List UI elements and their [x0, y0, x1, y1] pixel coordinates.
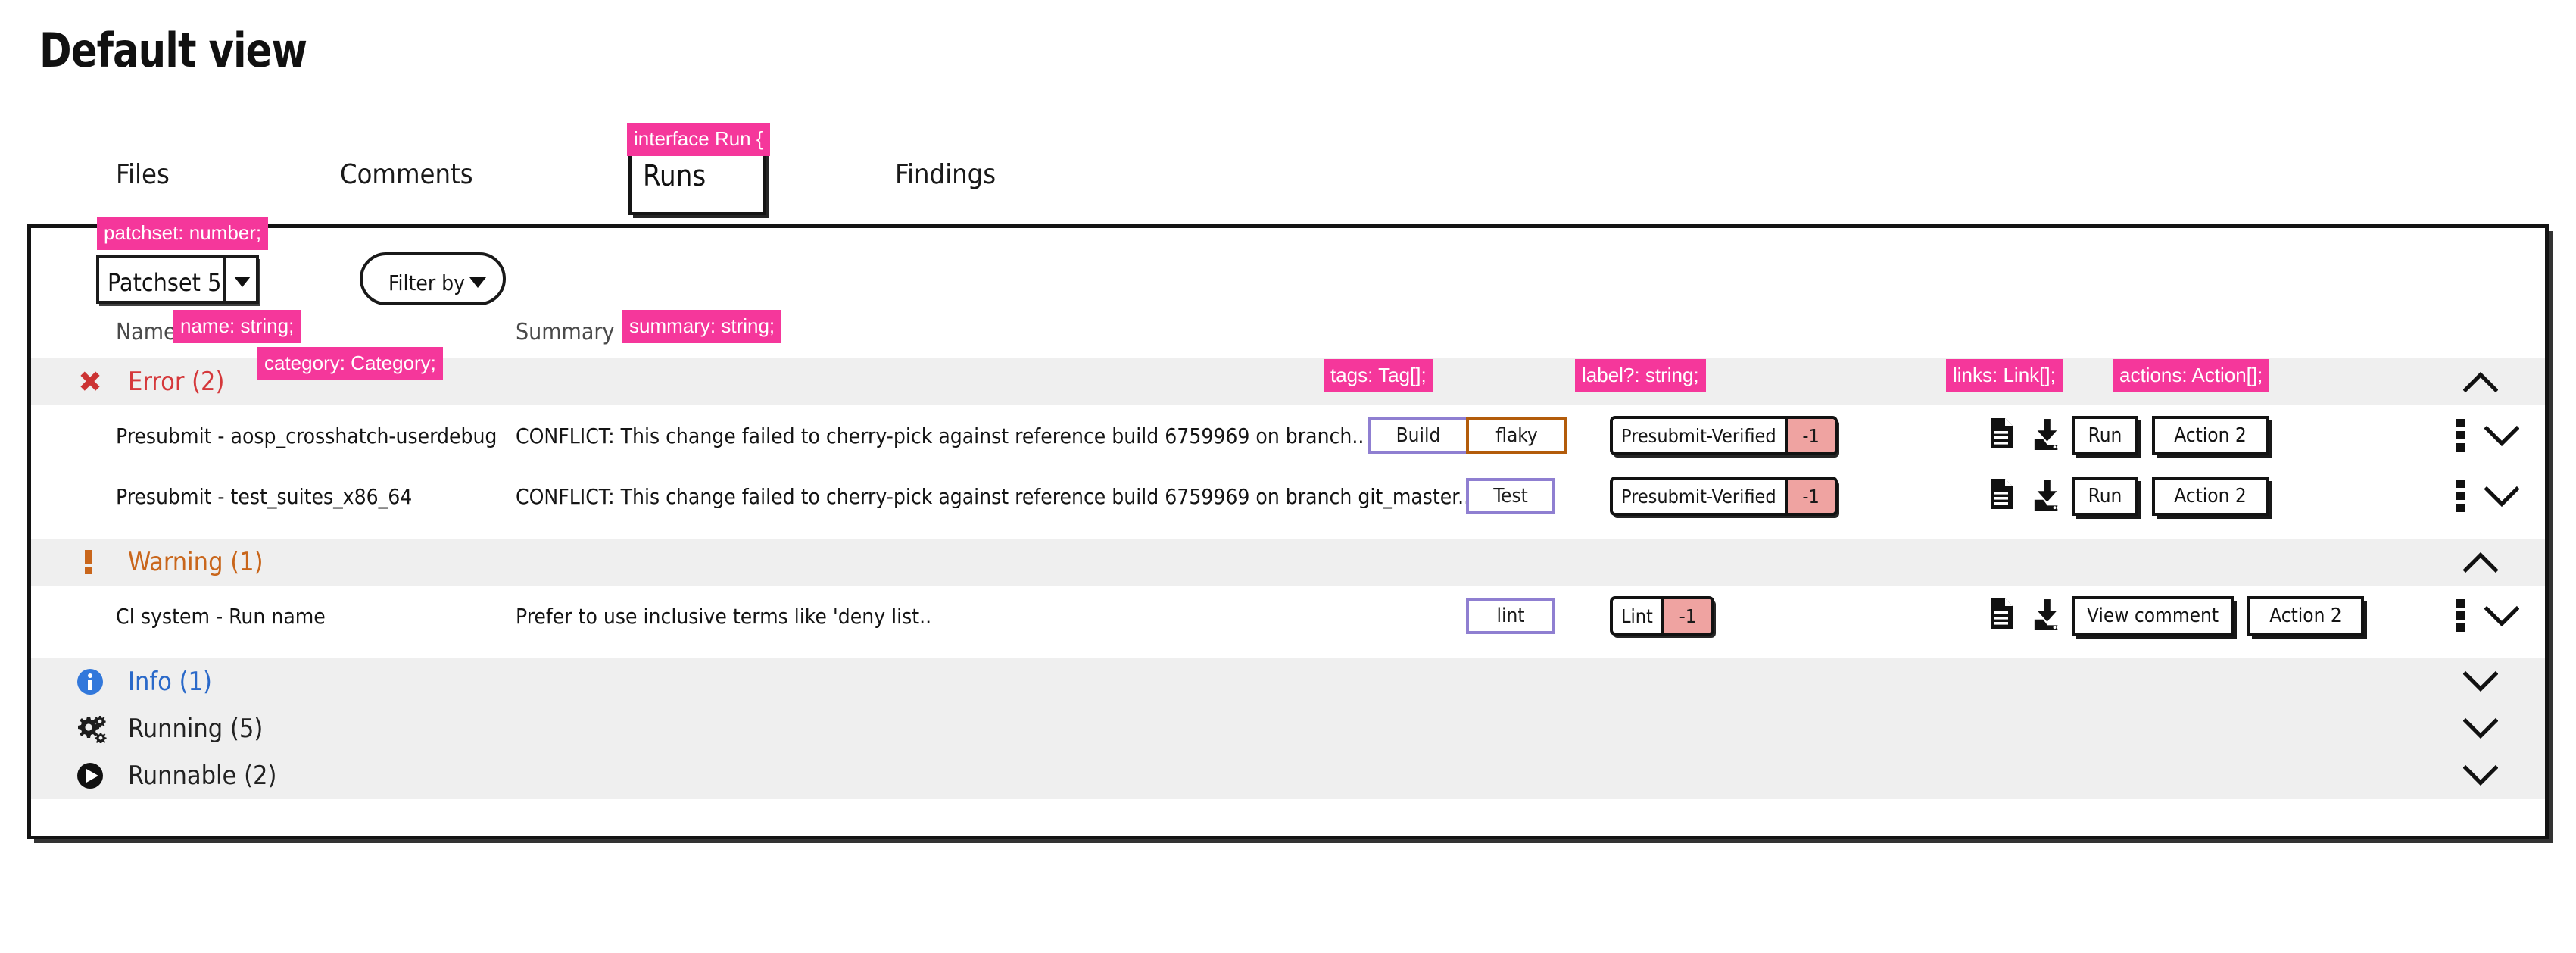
download-icon [2032, 478, 2063, 514]
run-row[interactable]: CI system - Run name Prefer to use inclus… [31, 586, 2545, 646]
annotation-tags: tags: Tag[]; [1324, 359, 1433, 392]
section-header-running[interactable]: Running (5) [31, 705, 2545, 752]
run-tag[interactable]: lint [1466, 598, 1555, 634]
chevron-down-icon [2484, 484, 2519, 508]
chevron-down-icon [2463, 763, 2498, 789]
run-label-chip[interactable]: Presubmit-Verified -1 [1610, 476, 1838, 516]
kebab-menu-icon[interactable] [2456, 419, 2465, 452]
run-action-button[interactable]: Run [2072, 416, 2138, 455]
exclamation-icon [76, 539, 119, 586]
run-label-text: Presubmit-Verified [1621, 424, 1776, 447]
run-summary: CONFLICT: This change failed to cherry-p… [516, 484, 1470, 509]
section-label-warning: Warning (1) [128, 547, 264, 577]
runs-panel: Patchset 5 Filter by Name Summary Error … [27, 224, 2549, 839]
section-header-warning[interactable]: Warning (1) [31, 539, 2545, 586]
run-label-text: Presubmit-Verified [1621, 485, 1776, 508]
run-label-text: Lint [1621, 605, 1653, 627]
play-circle-icon [76, 752, 119, 799]
annotation-actions: actions: Action[]; [2113, 359, 2270, 392]
run-summary: CONFLICT: This change failed to cherry-p… [516, 423, 1364, 448]
run-action-button[interactable]: View comment [2072, 596, 2234, 636]
section-label-info: Info (1) [128, 667, 212, 697]
chevron-down-icon [2463, 716, 2498, 742]
document-icon [1988, 598, 2019, 634]
section-label-error: Error (2) [128, 367, 225, 397]
gears-icon [76, 705, 119, 752]
chevron-down-icon [234, 277, 251, 287]
column-header-summary: Summary [516, 319, 615, 345]
run-summary: Prefer to use inclusive terms like 'deny… [516, 604, 932, 629]
chevron-up-icon [2463, 549, 2498, 575]
tab-runs-label: Runs [643, 159, 706, 192]
run-tag[interactable]: flaky [1466, 417, 1567, 454]
annotation-interface: interface Run { [627, 123, 770, 156]
document-icon [1988, 478, 2019, 514]
annotation-name: name: string; [173, 310, 301, 343]
chevron-down-icon [2484, 423, 2519, 448]
tab-files[interactable]: Files [116, 159, 170, 190]
run-name: Presubmit - test_suites_x86_64 [116, 484, 413, 509]
run-name: Presubmit - aosp_crosshatch-userdebug [116, 423, 497, 448]
patchset-select[interactable]: Patchset 5 [96, 255, 259, 304]
run-row[interactable]: Presubmit - aosp_crosshatch-userdebug CON… [31, 405, 2545, 466]
document-icon [1988, 417, 2019, 454]
annotation-patchset: patchset: number; [97, 217, 269, 250]
run-label-score: -1 [1784, 419, 1835, 452]
run-name: CI system - Run name [116, 604, 326, 629]
run-action-button[interactable]: Action 2 [2247, 596, 2364, 636]
info-circle-icon [76, 658, 119, 705]
patchset-select-value: Patchset 5 [108, 268, 222, 297]
run-action-button[interactable]: Run [2072, 476, 2138, 516]
chevron-down-icon [469, 277, 486, 288]
download-icon [2032, 417, 2063, 454]
download-icon [2032, 598, 2063, 634]
x-mark-icon [76, 358, 119, 405]
section-header-info[interactable]: Info (1) [31, 658, 2545, 705]
section-label-runnable: Runnable (2) [128, 761, 277, 791]
kebab-menu-icon[interactable] [2456, 599, 2465, 633]
panel-controls: Patchset 5 Filter by [31, 228, 2545, 307]
column-header-name: Name [116, 319, 176, 345]
run-row[interactable]: Presubmit - test_suites_x86_64 CONFLICT: … [31, 466, 2545, 526]
filter-by-label: Filter by [388, 270, 466, 295]
section-label-running: Running (5) [128, 714, 264, 744]
kebab-menu-icon[interactable] [2456, 480, 2465, 513]
tab-comments[interactable]: Comments [340, 159, 473, 190]
annotation-category: category: Category; [257, 347, 443, 380]
filter-by-button[interactable]: Filter by [360, 252, 506, 305]
annotation-summary: summary: string; [622, 310, 782, 343]
run-tag[interactable]: Test [1466, 478, 1555, 514]
run-tag[interactable]: Build [1368, 417, 1469, 454]
run-action-button[interactable]: Action 2 [2152, 416, 2269, 455]
annotation-links: links: Link[]; [1946, 359, 2063, 392]
patchset-select-divider [223, 258, 226, 301]
chevron-down-icon [2463, 669, 2498, 695]
section-header-runnable[interactable]: Runnable (2) [31, 752, 2545, 799]
run-label-score: -1 [1661, 599, 1711, 633]
run-label-chip[interactable]: Lint -1 [1610, 596, 1714, 636]
chevron-up-icon [2463, 369, 2498, 395]
tab-strip: Files Comments Runs Findings [0, 145, 2576, 221]
tab-findings[interactable]: Findings [895, 159, 996, 190]
page-title: Default view [39, 23, 307, 78]
run-label-score: -1 [1784, 480, 1835, 513]
run-label-chip[interactable]: Presubmit-Verified -1 [1610, 416, 1838, 455]
annotation-label: label?: string; [1575, 359, 1706, 392]
chevron-down-icon [2484, 604, 2519, 628]
run-action-button[interactable]: Action 2 [2152, 476, 2269, 516]
